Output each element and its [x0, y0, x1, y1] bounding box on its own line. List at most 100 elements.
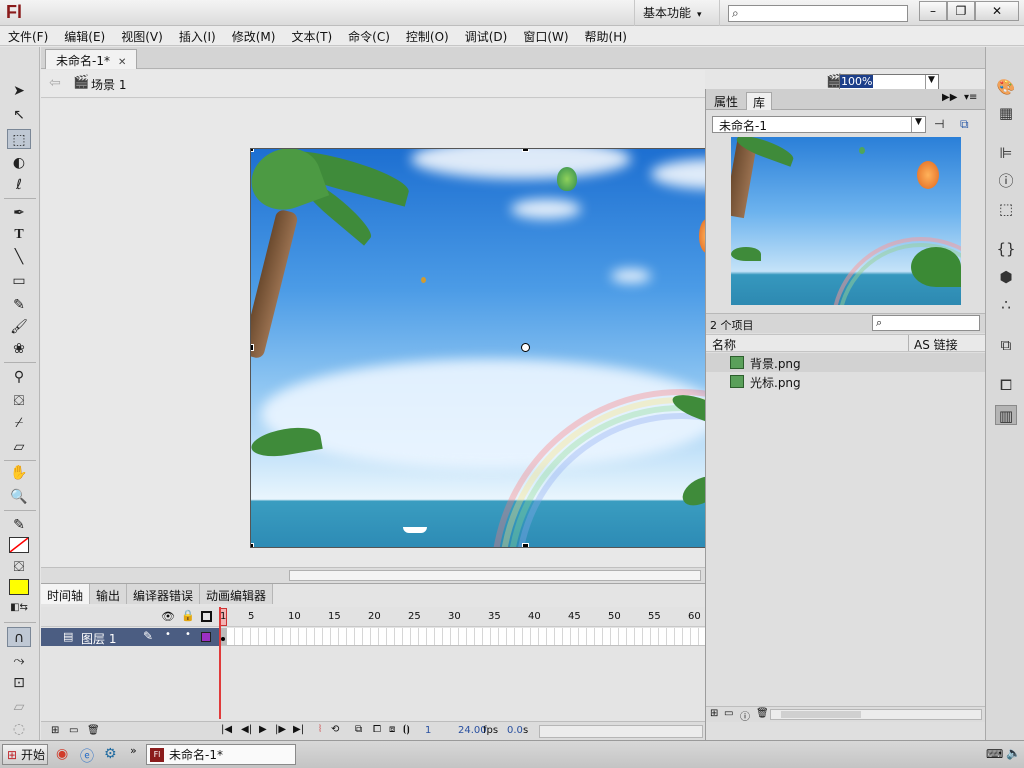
components-icon[interactable]: ⬢: [995, 267, 1017, 287]
close-button[interactable]: ✕: [975, 1, 1019, 21]
eyedropper-tool-icon[interactable]: ⌿: [7, 413, 31, 433]
menu-commands[interactable]: 命令(C): [340, 26, 398, 45]
free-transform-tool-icon[interactable]: ⬚: [7, 129, 31, 149]
brush-tool-icon[interactable]: 🖌: [7, 317, 31, 337]
library-search-input[interactable]: ⌕: [872, 315, 980, 331]
library-item[interactable]: 光标.png: [706, 372, 986, 391]
lock-dot[interactable]: •: [185, 629, 191, 640]
library-hscrollbar[interactable]: [770, 709, 982, 720]
text-tool-icon[interactable]: T: [7, 225, 31, 245]
eraser-tool-icon[interactable]: ▱: [7, 437, 31, 457]
taskbar-flash-window[interactable]: Fl 未命名-1*: [146, 744, 296, 765]
stroke-color-icon[interactable]: ✎: [7, 515, 31, 535]
new-folder-icon[interactable]: ▭: [69, 725, 78, 736]
menu-edit[interactable]: 编辑(E): [56, 26, 113, 45]
line-tool-icon[interactable]: ╲: [7, 247, 31, 267]
ie-icon[interactable]: ⓔ: [80, 746, 94, 766]
center-frame-icon[interactable]: ⦚: [319, 724, 321, 735]
delete-icon[interactable]: 🗑: [87, 725, 100, 736]
panel-menu-icon[interactable]: ▾≡: [964, 92, 977, 103]
current-frame[interactable]: 1: [425, 725, 431, 736]
pin-library-icon[interactable]: ⊣: [934, 117, 944, 131]
settings-icon[interactable]: ⚙: [104, 746, 117, 762]
fill-color-icon[interactable]: ⛋: [7, 557, 31, 577]
code-snippets-icon[interactable]: {}: [995, 239, 1017, 259]
menu-window[interactable]: 窗口(W): [515, 26, 576, 45]
layer-name[interactable]: 图层 1: [81, 630, 116, 647]
tab-library[interactable]: 库: [746, 92, 773, 110]
chrome-icon[interactable]: ◉: [56, 746, 68, 762]
column-linkage-header[interactable]: AS 链接: [914, 336, 958, 353]
paint-bucket-tool-icon[interactable]: ⛋: [7, 391, 31, 411]
smooth-icon[interactable]: ⤳: [7, 651, 31, 671]
movie-explorer-icon[interactable]: ⧠: [995, 375, 1017, 395]
speaker-icon[interactable]: 🔈: [1006, 746, 1021, 760]
minimize-button[interactable]: –: [919, 1, 947, 21]
show-hide-eye-icon[interactable]: 👁: [161, 610, 175, 623]
transform-icon[interactable]: ⬚: [995, 199, 1017, 219]
color-palette-icon[interactable]: 🎨: [995, 77, 1017, 97]
library-item[interactable]: 背景.png: [706, 353, 986, 372]
library-icon[interactable]: ▥: [995, 405, 1017, 425]
back-arrow-icon[interactable]: ⇦: [49, 75, 61, 91]
tab-compiler-errors[interactable]: 编译器错误: [127, 584, 201, 604]
bone-tool-icon[interactable]: ⚲: [7, 367, 31, 387]
zoom-select[interactable]: 100% ▼: [839, 74, 939, 90]
stage-canvas[interactable]: [250, 148, 705, 548]
pen-tool-icon[interactable]: ✒: [7, 203, 31, 223]
tab-output[interactable]: 输出: [90, 584, 128, 604]
lock-icon[interactable]: 🔒: [181, 609, 195, 622]
menu-file[interactable]: 文件(F): [0, 26, 56, 45]
timeline-hscrollbar[interactable]: [539, 725, 703, 738]
transform-point[interactable]: [521, 343, 530, 352]
pencil-tool-icon[interactable]: ✎: [7, 295, 31, 315]
outline-icon[interactable]: [201, 611, 212, 622]
background-image[interactable]: [251, 149, 705, 547]
hand-tool-icon[interactable]: ✋: [7, 463, 31, 483]
workspace-switcher[interactable]: 基本功能 ▾: [634, 0, 720, 26]
visibility-dot[interactable]: •: [165, 629, 171, 640]
layer-row[interactable]: ▤ 图层 1 ✎ • •: [41, 628, 219, 646]
modify-markers-icon[interactable]: ⦗⦘: [403, 724, 410, 735]
history-icon[interactable]: ⧉: [995, 335, 1017, 355]
chevron-down-icon[interactable]: ▼: [925, 75, 937, 89]
menu-insert[interactable]: 插入(I): [171, 26, 224, 45]
new-layer-icon[interactable]: ⊞: [51, 725, 59, 736]
menu-debug[interactable]: 调试(D): [457, 26, 516, 45]
document-tab[interactable]: 未命名-1* ✕: [45, 49, 138, 69]
onion-skin-icon[interactable]: ⧉: [355, 724, 362, 735]
close-tab-icon[interactable]: ✕: [118, 57, 126, 68]
prev-frame-icon[interactable]: ◀|: [241, 724, 252, 735]
rectangle-tool-icon[interactable]: ▭: [7, 271, 31, 291]
layer-color-swatch[interactable]: [201, 632, 211, 642]
tab-properties[interactable]: 属性: [708, 92, 744, 110]
last-frame-icon[interactable]: ▶|: [293, 724, 304, 735]
swatches-grid-icon[interactable]: ▦: [995, 103, 1017, 123]
menu-view[interactable]: 视图(V): [113, 26, 171, 45]
onion-outline-icon[interactable]: ⧠: [373, 724, 381, 735]
straighten-icon[interactable]: ⊡: [7, 673, 31, 693]
loop-icon[interactable]: ⟲: [331, 724, 339, 735]
selection-tool-icon[interactable]: ➤: [7, 81, 31, 101]
frame-ruler[interactable]: 1 5 10 15 20 25 30 35 40 45 50 55 60: [219, 607, 705, 627]
frames-row[interactable]: [219, 628, 705, 646]
play-icon[interactable]: ▶: [259, 724, 267, 735]
new-library-panel-icon[interactable]: ⧉: [960, 117, 969, 132]
next-frame-icon[interactable]: |▶: [275, 724, 286, 735]
scrollbar-thumb[interactable]: [289, 570, 701, 581]
tab-motion-editor[interactable]: 动画编辑器: [200, 584, 274, 604]
stroke-color-swatch[interactable]: [9, 537, 29, 553]
show-more-icon[interactable]: »: [130, 744, 137, 757]
menu-modify[interactable]: 修改(M): [224, 26, 284, 45]
menu-control[interactable]: 控制(O): [398, 26, 457, 45]
help-search-input[interactable]: ⌕: [728, 5, 908, 22]
zoom-tool-icon[interactable]: 🔍: [7, 487, 31, 507]
new-folder-icon[interactable]: ▭: [724, 708, 733, 719]
lasso-tool-icon[interactable]: ℓ: [7, 175, 31, 195]
playhead[interactable]: [219, 607, 221, 719]
new-symbol-icon[interactable]: ⊞: [710, 708, 718, 719]
column-name-header[interactable]: 名称: [712, 336, 736, 353]
delete-icon[interactable]: 🗑: [756, 708, 769, 719]
scene-breadcrumb[interactable]: 场景 1: [91, 76, 126, 93]
keyframe[interactable]: [221, 637, 225, 641]
